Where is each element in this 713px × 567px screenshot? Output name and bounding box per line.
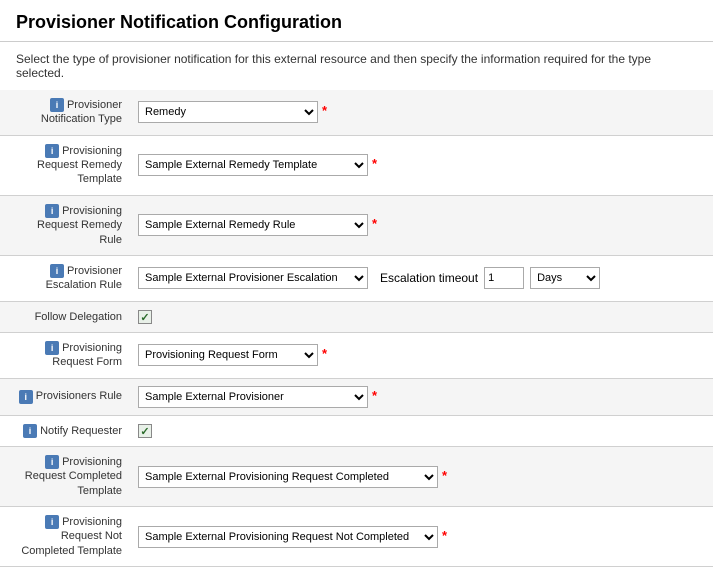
info-icon-provisioners-rule[interactable]: i <box>19 390 33 404</box>
label-text-not-completed-template: ProvisioningRequest NotCompleted Templat… <box>21 516 122 557</box>
select-remedy-rule[interactable]: Sample External Remedy Rule <box>138 214 368 236</box>
label-text-provisioning-form: ProvisioningRequest Form <box>52 342 122 368</box>
select-not-completed-template[interactable]: Sample External Provisioning Request Not… <box>138 526 438 548</box>
timeout-wrapper-escalation-rule: Sample External Provisioner Escalation Es… <box>138 267 705 289</box>
control-cell-completed-template: Sample External Provisioning Request Com… <box>130 447 713 507</box>
form-row-escalation-rule: iProvisionerEscalation Rule Sample Extern… <box>0 255 713 301</box>
control-cell-remedy-template: Sample External Remedy Template * <box>130 135 713 195</box>
checkmark-follow-delegation: ✓ <box>140 311 149 324</box>
control-cell-provisioning-form: Provisioning Request Form * <box>130 332 713 378</box>
select-notification-type[interactable]: RemedyEmailNone <box>138 101 318 123</box>
page-description: Select the type of provisioner notificat… <box>0 42 713 90</box>
control-cell-remedy-rule: Sample External Remedy Rule * <box>130 195 713 255</box>
select-provisioning-form[interactable]: Provisioning Request Form <box>138 344 318 366</box>
required-marker-not-completed-template: * <box>442 528 447 543</box>
checkbox-notify-requester[interactable]: ✓ <box>138 424 152 438</box>
info-icon-notify-requester[interactable]: i <box>23 424 37 438</box>
info-icon-remedy-rule[interactable]: i <box>45 204 59 218</box>
label-cell-not-completed-template: iProvisioningRequest NotCompleted Templa… <box>0 507 130 567</box>
control-cell-notify-requester: ✓ <box>130 415 713 446</box>
form-row-notify-requester: iNotify Requester ✓ <box>0 415 713 446</box>
form-row-remedy-rule: iProvisioningRequest RemedyRuleSample Ex… <box>0 195 713 255</box>
required-marker-remedy-template: * <box>372 156 377 171</box>
timeout-input-escalation-rule[interactable] <box>484 267 524 289</box>
info-icon-remedy-template[interactable]: i <box>45 144 59 158</box>
select-escalation-rule[interactable]: Sample External Provisioner Escalation <box>138 267 368 289</box>
select-completed-template[interactable]: Sample External Provisioning Request Com… <box>138 466 438 488</box>
form-table: iProvisionerNotification TypeRemedyEmail… <box>0 90 713 567</box>
form-row-notification-type: iProvisionerNotification TypeRemedyEmail… <box>0 90 713 135</box>
label-text-completed-template: ProvisioningRequest CompletedTemplate <box>25 456 122 497</box>
checkmark-notify-requester: ✓ <box>140 425 149 438</box>
page-title: Provisioner Notification Configuration <box>16 12 697 33</box>
label-cell-provisioning-form: iProvisioningRequest Form <box>0 332 130 378</box>
label-cell-remedy-template: iProvisioningRequest RemedyTemplate <box>0 135 130 195</box>
escalation-timeout-label: Escalation timeout <box>380 271 478 285</box>
info-icon-escalation-rule[interactable]: i <box>50 264 64 278</box>
label-cell-completed-template: iProvisioningRequest CompletedTemplate <box>0 447 130 507</box>
select-provisioners-rule[interactable]: Sample External Provisioner <box>138 386 368 408</box>
label-text-follow-delegation: Follow Delegation <box>35 311 122 323</box>
required-marker-provisioning-form: * <box>322 346 327 361</box>
page-header: Provisioner Notification Configuration <box>0 0 713 42</box>
form-row-provisioning-form: iProvisioningRequest FormProvisioning Re… <box>0 332 713 378</box>
info-icon-not-completed-template[interactable]: i <box>45 515 59 529</box>
control-cell-not-completed-template: Sample External Provisioning Request Not… <box>130 507 713 567</box>
control-cell-escalation-rule: Sample External Provisioner Escalation Es… <box>130 255 713 301</box>
label-cell-provisioners-rule: iProvisioners Rule <box>0 378 130 415</box>
select-remedy-template[interactable]: Sample External Remedy Template <box>138 154 368 176</box>
form-row-completed-template: iProvisioningRequest CompletedTemplate Sa… <box>0 447 713 507</box>
label-cell-notify-requester: iNotify Requester <box>0 415 130 446</box>
required-marker-remedy-rule: * <box>372 216 377 231</box>
label-cell-notification-type: iProvisionerNotification Type <box>0 90 130 135</box>
form-row-follow-delegation: Follow Delegation ✓ <box>0 301 713 332</box>
timeout-unit-select-escalation-rule[interactable]: DaysHoursMinutes <box>530 267 600 289</box>
control-cell-notification-type: RemedyEmailNone * <box>130 90 713 135</box>
label-cell-remedy-rule: iProvisioningRequest RemedyRule <box>0 195 130 255</box>
info-icon-provisioning-form[interactable]: i <box>45 341 59 355</box>
page-container: Provisioner Notification Configuration S… <box>0 0 713 567</box>
label-cell-follow-delegation: Follow Delegation <box>0 301 130 332</box>
form-row-provisioners-rule: iProvisioners RuleSample External Provis… <box>0 378 713 415</box>
control-cell-provisioners-rule: Sample External Provisioner * <box>130 378 713 415</box>
form-row-remedy-template: iProvisioningRequest RemedyTemplateSampl… <box>0 135 713 195</box>
label-text-provisioners-rule: Provisioners Rule <box>36 390 122 402</box>
info-icon-notification-type[interactable]: i <box>50 98 64 112</box>
label-text-notify-requester: Notify Requester <box>40 425 122 437</box>
info-icon-completed-template[interactable]: i <box>45 455 59 469</box>
required-marker-provisioners-rule: * <box>372 388 377 403</box>
form-row-not-completed-template: iProvisioningRequest NotCompleted Templa… <box>0 507 713 567</box>
required-marker-notification-type: * <box>322 103 327 118</box>
checkbox-follow-delegation[interactable]: ✓ <box>138 310 152 324</box>
control-cell-follow-delegation: ✓ <box>130 301 713 332</box>
label-cell-escalation-rule: iProvisionerEscalation Rule <box>0 255 130 301</box>
required-marker-completed-template: * <box>442 468 447 483</box>
